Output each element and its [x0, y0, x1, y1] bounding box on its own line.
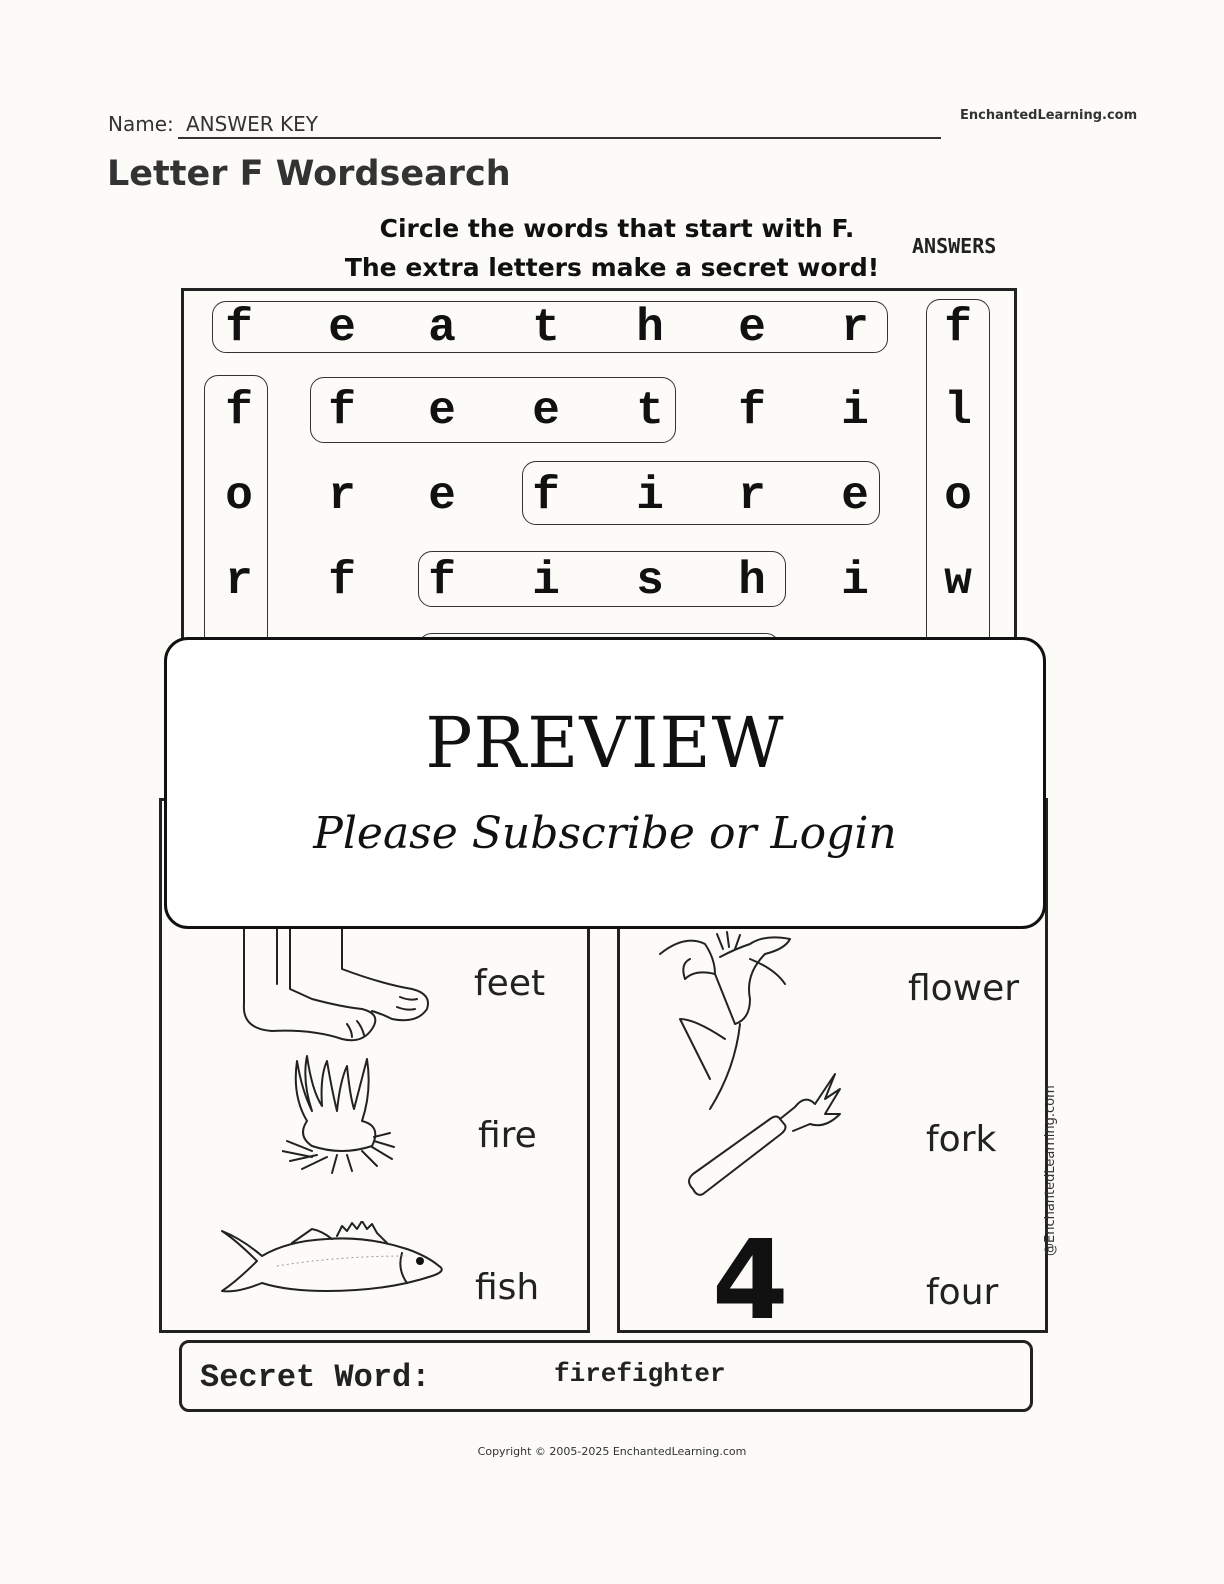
- grid-letter: i: [636, 470, 664, 522]
- picture-word-feet: feet: [474, 963, 546, 1004]
- grid-letter: h: [636, 302, 664, 354]
- secret-word-value: firefighter: [554, 1359, 726, 1389]
- grid-letter: r: [841, 302, 869, 354]
- grid-letter: l: [944, 385, 972, 437]
- grid-letter: e: [532, 385, 560, 437]
- picture-word-four: four: [926, 1272, 999, 1313]
- picture-word-fire: fire: [478, 1115, 537, 1156]
- secret-word-label: Secret Word:: [200, 1359, 431, 1396]
- grid-letter: i: [841, 555, 869, 607]
- grid-letter: f: [532, 470, 560, 522]
- instruction-line-2: The extra letters make a secret word!: [344, 253, 880, 282]
- grid-letter: e: [428, 470, 456, 522]
- grid-letter: r: [225, 555, 253, 607]
- grid-letter: f: [738, 385, 766, 437]
- grid-letter: e: [428, 385, 456, 437]
- name-value: ANSWER KEY: [186, 112, 318, 136]
- grid-letter: o: [944, 470, 972, 522]
- grid-letter: f: [428, 555, 456, 607]
- picture-word-flower: flower: [908, 968, 1020, 1009]
- grid-letter: i: [532, 555, 560, 607]
- grid-letter: r: [328, 470, 356, 522]
- grid-letter: f: [328, 555, 356, 607]
- answers-label: ANSWERS: [912, 234, 997, 258]
- secret-word-box: Secret Word: firefighter: [179, 1340, 1033, 1412]
- grid-letter: i: [841, 385, 869, 437]
- grid-letter: t: [636, 385, 664, 437]
- grid-letter: w: [944, 555, 972, 607]
- copyright: Copyright © 2005-2025 EnchantedLearning.…: [477, 1445, 747, 1458]
- grid-letter: r: [738, 470, 766, 522]
- grid-letter: f: [225, 385, 253, 437]
- name-label: Name:: [108, 112, 174, 136]
- grid-letter: e: [738, 302, 766, 354]
- page-title: Letter F Wordsearch: [107, 154, 511, 194]
- grid-letter: a: [428, 302, 456, 354]
- grid-letter: e: [841, 470, 869, 522]
- preview-overlay[interactable]: PREVIEW Please Subscribe or Login: [164, 637, 1046, 929]
- grid-letter: f: [944, 302, 972, 354]
- fork-illustration: [688, 1073, 841, 1196]
- subscribe-login-prompt[interactable]: Please Subscribe or Login: [167, 808, 1043, 859]
- grid-letter: s: [636, 555, 664, 607]
- picture-word-fork: fork: [926, 1119, 997, 1160]
- instruction-line-1: Circle the words that start with F.: [379, 214, 855, 243]
- grid-letter: o: [225, 470, 253, 522]
- preview-title: PREVIEW: [425, 702, 785, 784]
- feet-illustration: [242, 929, 429, 1042]
- grid-letter: f: [328, 385, 356, 437]
- number-four-glyph: 4: [712, 1216, 789, 1344]
- brand-link[interactable]: EnchantedLearning.com: [960, 108, 1137, 123]
- fish-illustration: [221, 1221, 443, 1293]
- picture-word-fish: fish: [475, 1267, 540, 1308]
- grid-letter: h: [738, 555, 766, 607]
- grid-letter: f: [225, 302, 253, 354]
- fire-illustration: [282, 1055, 395, 1174]
- answer-ring-fire: [522, 461, 880, 525]
- grid-letter: e: [328, 302, 356, 354]
- name-underline: [178, 137, 941, 139]
- grid-letter: t: [532, 302, 560, 354]
- vertical-credit: @EnchantedLearning.com: [1043, 1085, 1058, 1256]
